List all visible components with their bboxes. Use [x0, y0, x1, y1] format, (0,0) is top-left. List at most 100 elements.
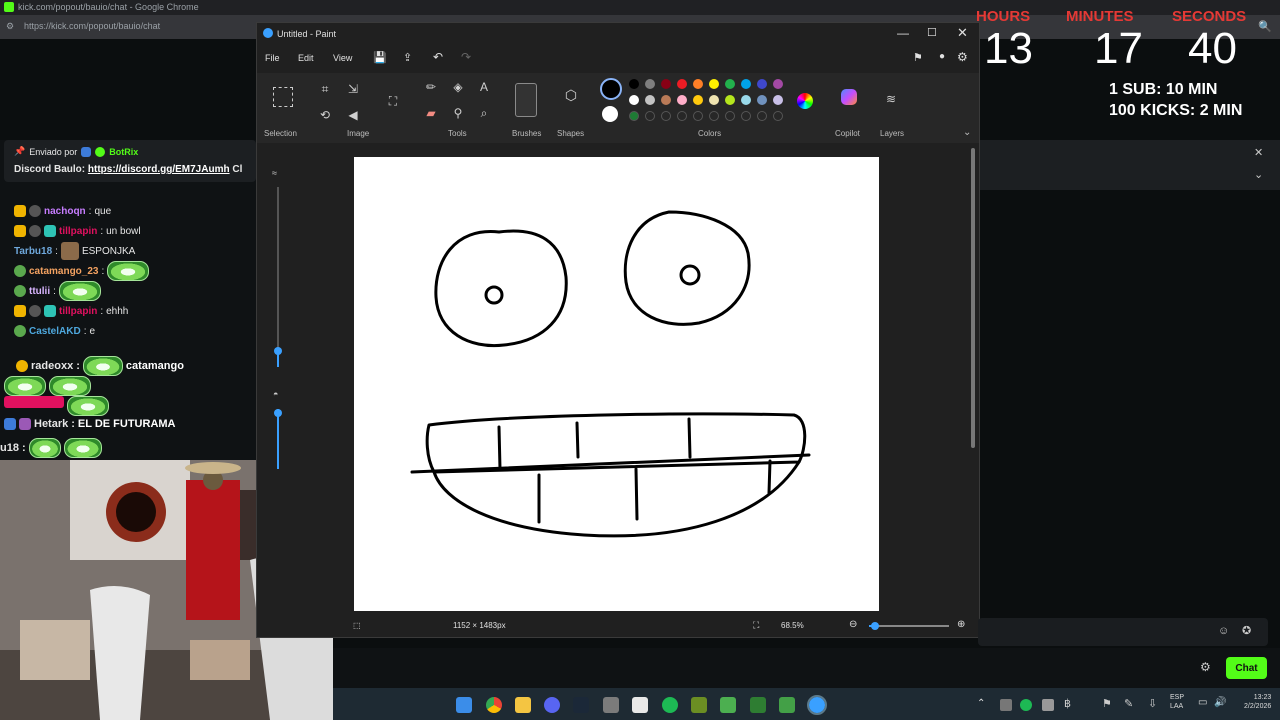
- discord-icon[interactable]: [544, 697, 560, 713]
- app-green-icon[interactable]: [779, 697, 795, 713]
- send-chat-button[interactable]: Chat: [1226, 657, 1267, 679]
- color-picker-icon[interactable]: ⚲: [450, 105, 466, 121]
- custom-color-slot[interactable]: [741, 111, 751, 121]
- steam-icon[interactable]: [573, 697, 589, 713]
- hide-pinned-icon[interactable]: ✕: [1254, 146, 1263, 159]
- color-swatch[interactable]: [645, 95, 655, 105]
- custom-color-slot[interactable]: [773, 111, 783, 121]
- tray-overflow-icon[interactable]: ⌃: [977, 698, 985, 709]
- settings-gear-icon[interactable]: ⚙: [957, 50, 968, 64]
- redo-icon[interactable]: ↷: [461, 50, 471, 64]
- color-swatch[interactable]: [693, 79, 703, 89]
- tray-app-icon[interactable]: ฿: [1064, 697, 1071, 710]
- close-button[interactable]: ✕: [957, 25, 968, 41]
- pencil-icon[interactable]: ✏: [423, 79, 439, 95]
- game-icon[interactable]: [691, 697, 707, 713]
- spotify-icon[interactable]: [662, 697, 678, 713]
- tray-app-icon[interactable]: ✎: [1124, 697, 1133, 710]
- chat-username[interactable]: nachoqn: [44, 206, 86, 217]
- magnifier-icon[interactable]: ⌕: [476, 105, 492, 121]
- tray-app-icon[interactable]: ⇩: [1148, 697, 1157, 710]
- color-swatch[interactable]: [709, 79, 719, 89]
- pinned-sender[interactable]: BotRix: [109, 147, 138, 157]
- undo-icon[interactable]: ↶: [433, 50, 443, 64]
- color-swatch[interactable]: [773, 95, 783, 105]
- custom-color-slot[interactable]: [645, 111, 655, 121]
- maximize-button[interactable]: ☐: [927, 26, 937, 39]
- color-swatch[interactable]: [661, 95, 671, 105]
- color-swatch[interactable]: [677, 95, 687, 105]
- start-icon[interactable]: [456, 697, 472, 713]
- feedback-icon[interactable]: ⚑: [913, 51, 923, 64]
- zoom-slider[interactable]: [869, 625, 949, 627]
- zoom-out-icon[interactable]: ⊖: [849, 619, 857, 630]
- color-swatch[interactable]: [629, 79, 639, 89]
- pinned-message[interactable]: 📌 Enviado por BotRix Discord Baulo: http…: [4, 140, 256, 182]
- volume-icon[interactable]: 🔊: [1214, 697, 1226, 708]
- selection-icon[interactable]: [273, 87, 293, 107]
- zoom-slider-thumb[interactable]: [871, 622, 879, 630]
- rotate-icon[interactable]: ⟲: [317, 107, 333, 123]
- zoom-level[interactable]: 68.5%: [781, 621, 804, 630]
- tray-app-icon[interactable]: [1042, 699, 1054, 711]
- tray-app-icon[interactable]: ⚑: [1102, 697, 1112, 710]
- clock[interactable]: 13:23 2/2/2026: [1244, 693, 1271, 711]
- copilot-icon[interactable]: [841, 89, 857, 105]
- chat-username[interactable]: tillpapin: [59, 226, 97, 237]
- opacity-track[interactable]: [277, 409, 279, 469]
- ribbon-collapse-icon[interactable]: ⌄: [963, 127, 971, 138]
- primary-color[interactable]: [600, 78, 622, 100]
- chat-username[interactable]: Tarbu18: [14, 246, 52, 257]
- chrome-icon[interactable]: [486, 697, 502, 713]
- pinned-discord-link[interactable]: https://discord.gg/EM7JAumh: [88, 164, 230, 175]
- color-swatch[interactable]: [741, 95, 751, 105]
- flip-icon[interactable]: ◀: [345, 107, 361, 123]
- account-icon[interactable]: ●: [939, 51, 945, 62]
- chat-settings-gear-icon[interactable]: ⚙: [1200, 660, 1211, 674]
- emote-picker-icon[interactable]: ☺: [1218, 625, 1229, 637]
- network-icon[interactable]: ▭: [1198, 697, 1207, 708]
- app-icon[interactable]: [603, 697, 619, 713]
- chat-input[interactable]: ☺ ✪: [978, 618, 1268, 646]
- minecraft-icon[interactable]: [720, 697, 736, 713]
- color-swatch[interactable]: [757, 95, 767, 105]
- color-swatch[interactable]: [741, 79, 751, 89]
- zoom-in-icon[interactable]: ⊕: [957, 619, 965, 630]
- minimize-button[interactable]: —: [897, 26, 909, 40]
- fit-to-window-icon[interactable]: ⛶: [753, 620, 759, 631]
- layers-icon[interactable]: ≋: [883, 91, 899, 107]
- color-swatch[interactable]: [725, 95, 735, 105]
- menu-edit[interactable]: Edit: [298, 53, 314, 63]
- chat-username[interactable]: ttulii: [29, 286, 50, 297]
- menu-file[interactable]: File: [265, 53, 280, 63]
- vertical-scrollbar[interactable]: [971, 148, 975, 448]
- custom-color-slot[interactable]: [709, 111, 719, 121]
- text-icon[interactable]: A: [476, 79, 492, 95]
- custom-color-slot[interactable]: [757, 111, 767, 121]
- custom-color-slot[interactable]: [629, 111, 639, 121]
- language-indicator[interactable]: ESP LAA: [1170, 693, 1184, 711]
- chevron-down-icon[interactable]: ⌄: [1254, 168, 1263, 181]
- color-swatch[interactable]: [645, 79, 655, 89]
- menu-view[interactable]: View: [333, 53, 352, 63]
- color-swatch[interactable]: [677, 79, 687, 89]
- secondary-color[interactable]: [602, 106, 618, 122]
- crop-icon[interactable]: ⌗: [317, 81, 333, 97]
- brush-size-thumb[interactable]: [274, 347, 282, 355]
- color-swatch[interactable]: [773, 79, 783, 89]
- kick-emote-icon[interactable]: ✪: [1242, 624, 1251, 637]
- fill-icon[interactable]: ◈: [450, 79, 466, 95]
- calculator-icon[interactable]: [632, 697, 648, 713]
- color-swatch[interactable]: [725, 79, 735, 89]
- brush-icon[interactable]: [515, 83, 537, 117]
- color-swatch[interactable]: [661, 79, 671, 89]
- custom-color-slot[interactable]: [677, 111, 687, 121]
- shapes-icon[interactable]: ⬡: [563, 87, 579, 103]
- tray-app-icon[interactable]: [1000, 699, 1012, 711]
- custom-color-slot[interactable]: [725, 111, 735, 121]
- eraser-icon[interactable]: ▰: [423, 105, 439, 121]
- color-swatch[interactable]: [757, 79, 767, 89]
- save-icon[interactable]: 💾: [373, 51, 387, 64]
- color-swatch[interactable]: [693, 95, 703, 105]
- share-icon[interactable]: ⇪: [403, 51, 412, 64]
